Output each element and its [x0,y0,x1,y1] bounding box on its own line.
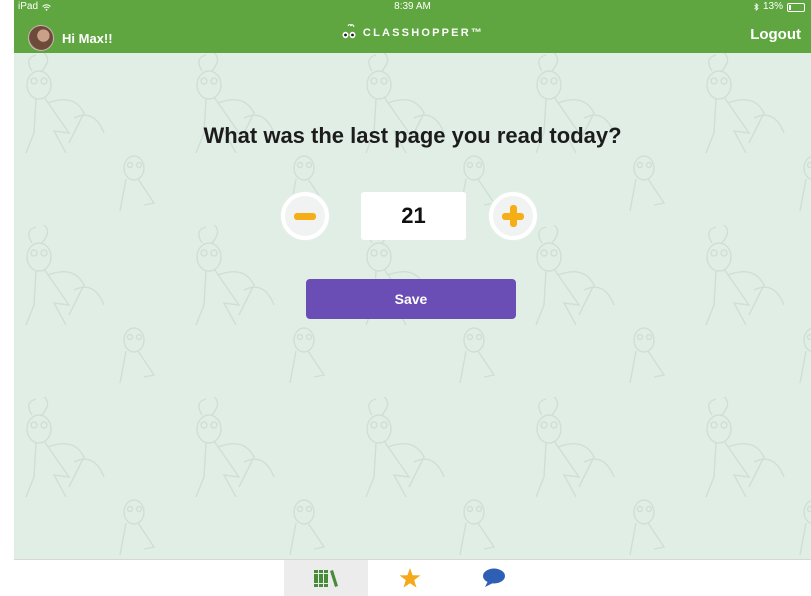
page-question: What was the last page you read today? [203,123,622,148]
status-bar: iPad 8:39 AM 13% [14,0,811,14]
main-content: What was the last page you read today? S… [14,53,811,559]
brand-text: CLASSHOPPER™ [362,27,485,39]
tab-favorites[interactable] [368,560,452,596]
app-header: Hi Max!! CLASSHOPPER™ Logout [14,14,811,53]
tab-library[interactable] [284,560,368,596]
chat-bubble-icon [483,568,505,587]
decrement-button[interactable] [281,192,329,240]
tab-messages[interactable] [452,560,536,596]
books-icon [314,570,338,587]
minus-icon [294,213,316,220]
brand-logo: CLASSHOPPER™ [14,24,811,42]
grasshopper-logo-icon [342,24,356,39]
battery-percent: 13% [762,1,783,12]
status-time: 8:39 AM [394,1,431,12]
battery-icon [787,2,805,12]
top-bar: iPad 8:39 AM 13% Hi Max!! CLASSHOPPER™ L… [14,0,811,53]
save-button[interactable]: Save [306,279,516,319]
bluetooth-icon [754,3,759,11]
bottom-tab-bar [14,559,811,596]
star-icon [399,567,421,588]
increment-button[interactable] [489,192,537,240]
page-number-input[interactable] [361,192,466,240]
logout-button[interactable]: Logout [750,26,801,43]
